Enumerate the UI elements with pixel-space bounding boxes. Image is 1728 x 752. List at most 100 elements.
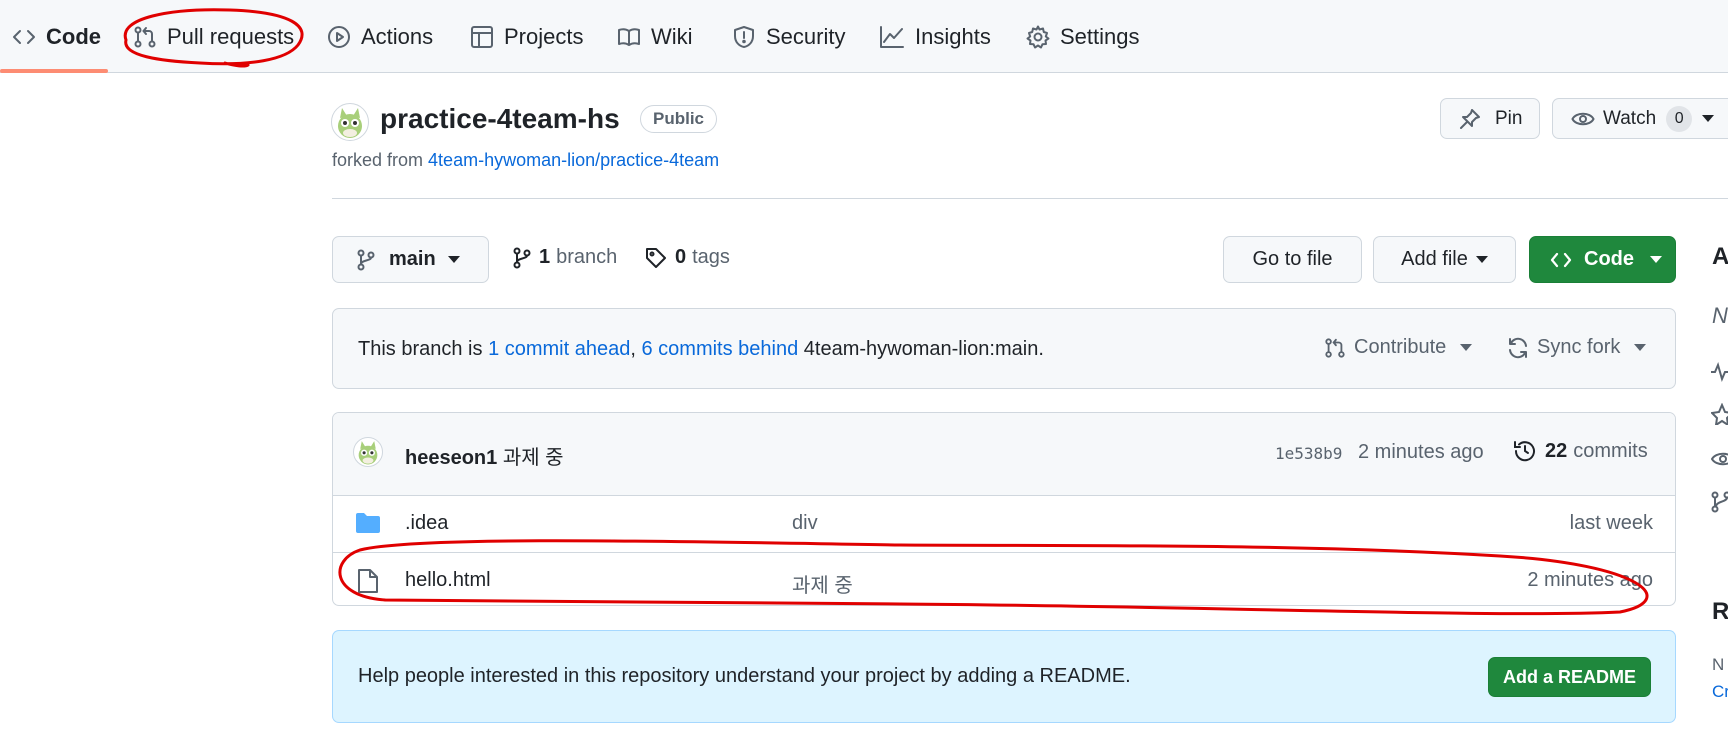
tab-pull-requests[interactable]: Pull requests <box>133 0 294 73</box>
pulse-icon <box>1711 362 1728 382</box>
commit-message[interactable]: 과제 중 <box>503 447 564 469</box>
eye-icon <box>1711 450 1728 468</box>
sync-icon <box>1507 337 1529 359</box>
pin-icon <box>1459 108 1481 130</box>
commits-label: commits <box>1573 439 1648 462</box>
tags-link[interactable]: 0 tags <box>645 246 730 269</box>
file-name[interactable]: .idea <box>405 512 448 535</box>
code-button[interactable]: Code <box>1529 236 1676 283</box>
star-icon <box>1711 403 1728 425</box>
forked-from: forked from 4team-hywoman-lion/practice-… <box>332 150 719 171</box>
file-commit-message[interactable]: div <box>792 512 818 535</box>
tab-settings[interactable]: Settings <box>1026 0 1140 73</box>
watch-count: 0 <box>1666 105 1693 132</box>
chevron-down-icon <box>1475 256 1488 263</box>
file-row[interactable]: hello.html 과제 중 2 minutes ago <box>333 552 1675 605</box>
commit-author[interactable]: heeseon1 <box>405 447 497 469</box>
file-commit-message[interactable]: 과제 중 <box>792 569 853 598</box>
chevron-down-icon <box>1650 256 1662 263</box>
watch-label: Watch <box>1603 107 1657 129</box>
repo-name[interactable]: practice-4team-hs <box>380 103 620 135</box>
tab-code[interactable]: Code <box>12 0 101 73</box>
tab-label: Insights <box>915 23 991 49</box>
about-heading-partial: A <box>1712 243 1728 270</box>
tag-icon <box>645 247 667 269</box>
code-icon <box>1550 250 1572 270</box>
branch-label: branch <box>556 246 618 268</box>
commits-history-link[interactable]: 22 commits <box>1513 439 1648 463</box>
tag-count: 0 <box>675 246 687 268</box>
commit-author-avatar[interactable] <box>353 437 383 467</box>
releases-text-partial: N <box>1712 655 1725 674</box>
create-release-link-partial[interactable]: Cr <box>1712 682 1728 702</box>
tab-insights[interactable]: Insights <box>879 0 991 73</box>
pin-button[interactable]: Pin <box>1440 98 1540 139</box>
chevron-down-icon <box>1460 344 1473 351</box>
folder-icon <box>355 512 381 534</box>
tab-label: Projects <box>504 23 584 49</box>
graph-icon <box>879 25 905 49</box>
fork-status-box: This branch is 1 commit ahead, 6 commits… <box>332 308 1676 389</box>
tab-label: Code <box>46 23 101 49</box>
readme-prompt-text: Help people interested in this repositor… <box>358 665 1131 687</box>
forked-from-link[interactable]: 4team-hywoman-lion/practice-4team <box>428 150 719 170</box>
table-icon <box>470 25 494 49</box>
commit-hash[interactable]: 1e538b9 <box>1275 444 1342 463</box>
git-pull-request-icon <box>1324 337 1346 359</box>
add-readme-button[interactable]: Add a README <box>1488 657 1651 697</box>
file-row[interactable]: .idea div last week <box>333 496 1675 551</box>
selected-tab-indicator <box>0 69 108 73</box>
go-to-file-button[interactable]: Go to file <box>1223 236 1362 283</box>
commits-ahead-link[interactable]: 1 commit ahead <box>488 338 630 360</box>
book-icon <box>617 25 641 49</box>
visibility-badge: Public <box>640 105 718 133</box>
watch-button[interactable]: Watch 0 <box>1552 98 1728 139</box>
releases-heading-partial: R <box>1712 598 1728 625</box>
latest-commit-bar: heeseon1 과제 중 1e538b9 2 minutes ago 22 c… <box>333 413 1675 496</box>
tab-label: Settings <box>1060 23 1140 49</box>
tab-wiki[interactable]: Wiki <box>617 0 693 73</box>
git-branch-icon <box>357 249 375 271</box>
go-to-file-label: Go to file <box>1252 248 1333 270</box>
eye-icon <box>1571 109 1595 129</box>
description-partial: N <box>1712 303 1728 328</box>
play-icon <box>327 25 351 49</box>
tab-label: Security <box>766 23 846 49</box>
tab-security[interactable]: Security <box>732 0 845 73</box>
git-branch-icon <box>513 247 531 269</box>
branch-name: main <box>389 248 436 270</box>
commits-behind-link[interactable]: 6 commits behind <box>641 338 798 360</box>
sync-fork-label: Sync fork <box>1537 336 1621 358</box>
sync-fork-button[interactable]: Sync fork <box>1507 336 1647 359</box>
fork-icon <box>1711 491 1728 513</box>
contribute-button[interactable]: Contribute <box>1324 336 1473 359</box>
file-time: last week <box>1569 512 1653 534</box>
commit-time: 2 minutes ago <box>1358 441 1484 463</box>
branch-select[interactable]: main <box>332 236 489 283</box>
owner-avatar[interactable] <box>331 103 369 141</box>
add-file-label: Add file <box>1401 248 1468 270</box>
latest-commit-summary: heeseon1 과제 중 <box>405 441 564 470</box>
tab-label: Pull requests <box>167 23 295 49</box>
header-divider <box>332 198 1728 199</box>
chevron-down-icon <box>447 256 460 263</box>
history-icon <box>1513 439 1537 463</box>
readme-prompt-banner: Help people interested in this repositor… <box>332 630 1676 723</box>
tab-label: Wiki <box>651 23 693 49</box>
code-icon <box>12 25 36 49</box>
code-label: Code <box>1584 248 1634 270</box>
status-separator: , <box>630 338 636 360</box>
file-name[interactable]: hello.html <box>405 569 491 592</box>
tag-label: tags <box>692 246 730 268</box>
file-icon <box>357 568 379 594</box>
add-file-button[interactable]: Add file <box>1373 236 1516 283</box>
branches-link[interactable]: 1 branch <box>513 246 617 269</box>
tab-actions[interactable]: Actions <box>327 0 433 73</box>
status-prefix: This branch is <box>358 338 483 360</box>
fork-status-text: This branch is 1 commit ahead, 6 commits… <box>358 338 1044 361</box>
chevron-down-icon <box>1634 344 1647 351</box>
forked-prefix: forked from <box>332 150 424 170</box>
upstream-branch: 4team-hywoman-lion:main. <box>803 338 1044 360</box>
tab-projects[interactable]: Projects <box>470 0 583 73</box>
file-browser: heeseon1 과제 중 1e538b9 2 minutes ago 22 c… <box>332 412 1676 606</box>
